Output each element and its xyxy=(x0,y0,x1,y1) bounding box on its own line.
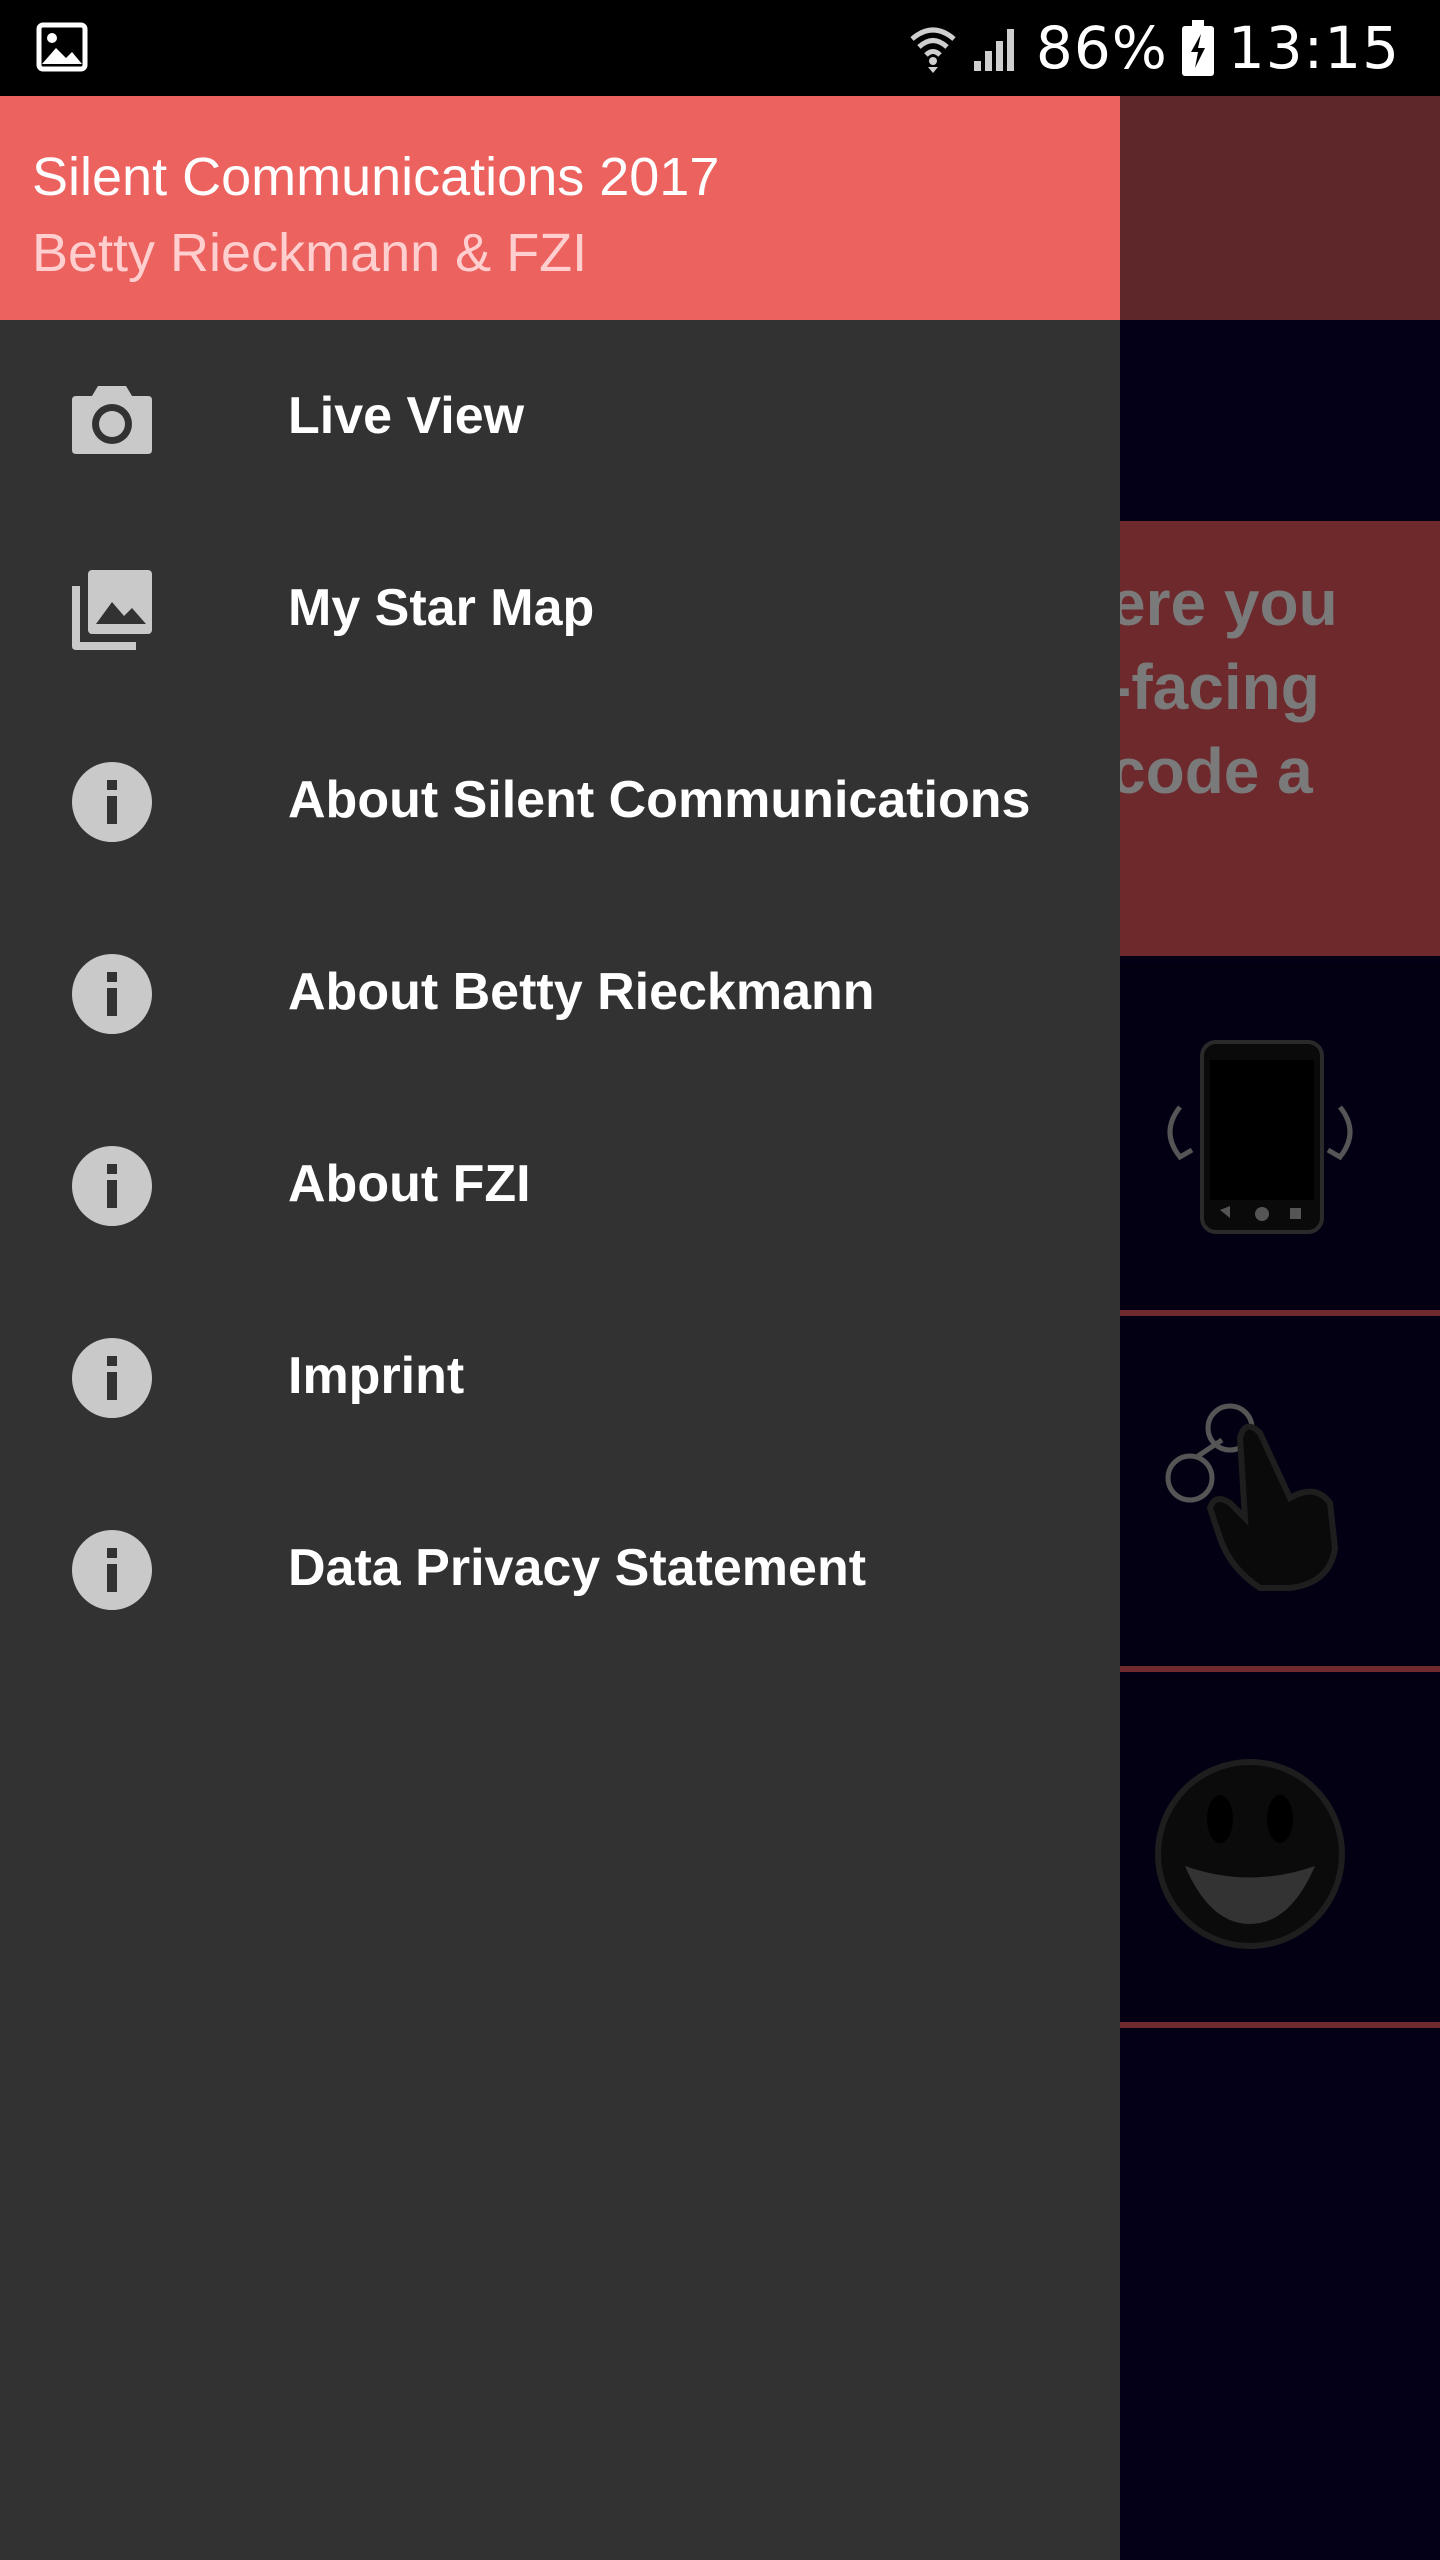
menu-item-live-view[interactable]: Live View xyxy=(0,320,1120,512)
menu-item-about-fzi[interactable]: About FZI xyxy=(0,1088,1120,1280)
info-icon xyxy=(72,762,152,842)
drawer-header: Silent Communications 2017 Betty Rieckma… xyxy=(0,96,1120,320)
drawer-subtitle: Betty Rieckmann & FZI xyxy=(32,223,588,283)
signal-icon xyxy=(973,29,1014,71)
menu-label: Live View xyxy=(288,387,525,445)
clock: 13:15 xyxy=(1227,14,1400,82)
info-icon xyxy=(72,1338,152,1418)
menu-label: About FZI xyxy=(288,1155,531,1213)
rotate-phone-icon xyxy=(1167,1040,1353,1234)
menu-label: About Silent Communications xyxy=(288,771,1031,829)
menu-item-imprint[interactable]: Imprint xyxy=(0,1280,1120,1472)
image-notification-icon xyxy=(36,22,88,72)
menu-label: My Star Map xyxy=(288,579,595,637)
menu-item-about-betty-rieckmann[interactable]: About Betty Rieckmann xyxy=(0,896,1120,1088)
gallery-icon xyxy=(72,570,152,650)
wifi-icon xyxy=(910,27,956,73)
menu-item-about-silent-communications[interactable]: About Silent Communications xyxy=(0,704,1120,896)
smiley-icon xyxy=(1155,1759,1345,1949)
navigation-drawer: Silent Communications 2017 Betty Rieckma… xyxy=(0,96,1120,2560)
menu-label: About Betty Rieckmann xyxy=(288,963,875,1021)
menu-label: Imprint xyxy=(288,1347,465,1405)
info-icon xyxy=(72,954,152,1034)
camera-icon xyxy=(72,386,152,454)
info-icon xyxy=(72,1146,152,1226)
drawer-title: Silent Communications 2017 xyxy=(32,147,720,207)
info-icon xyxy=(72,1530,152,1610)
menu-item-my-star-map[interactable]: My Star Map xyxy=(0,512,1120,704)
battery-percentage: 86% xyxy=(1035,14,1168,82)
background-banner-text: ere you -facing code a xyxy=(1110,567,1338,807)
status-bar: 86% 13:15 xyxy=(0,0,1440,96)
menu-label: Data Privacy Statement xyxy=(288,1539,867,1597)
battery-charging-icon xyxy=(1181,20,1214,76)
menu-item-data-privacy-statement[interactable]: Data Privacy Statement xyxy=(0,1472,1120,1664)
hand-gesture-icon xyxy=(1165,1403,1339,1591)
